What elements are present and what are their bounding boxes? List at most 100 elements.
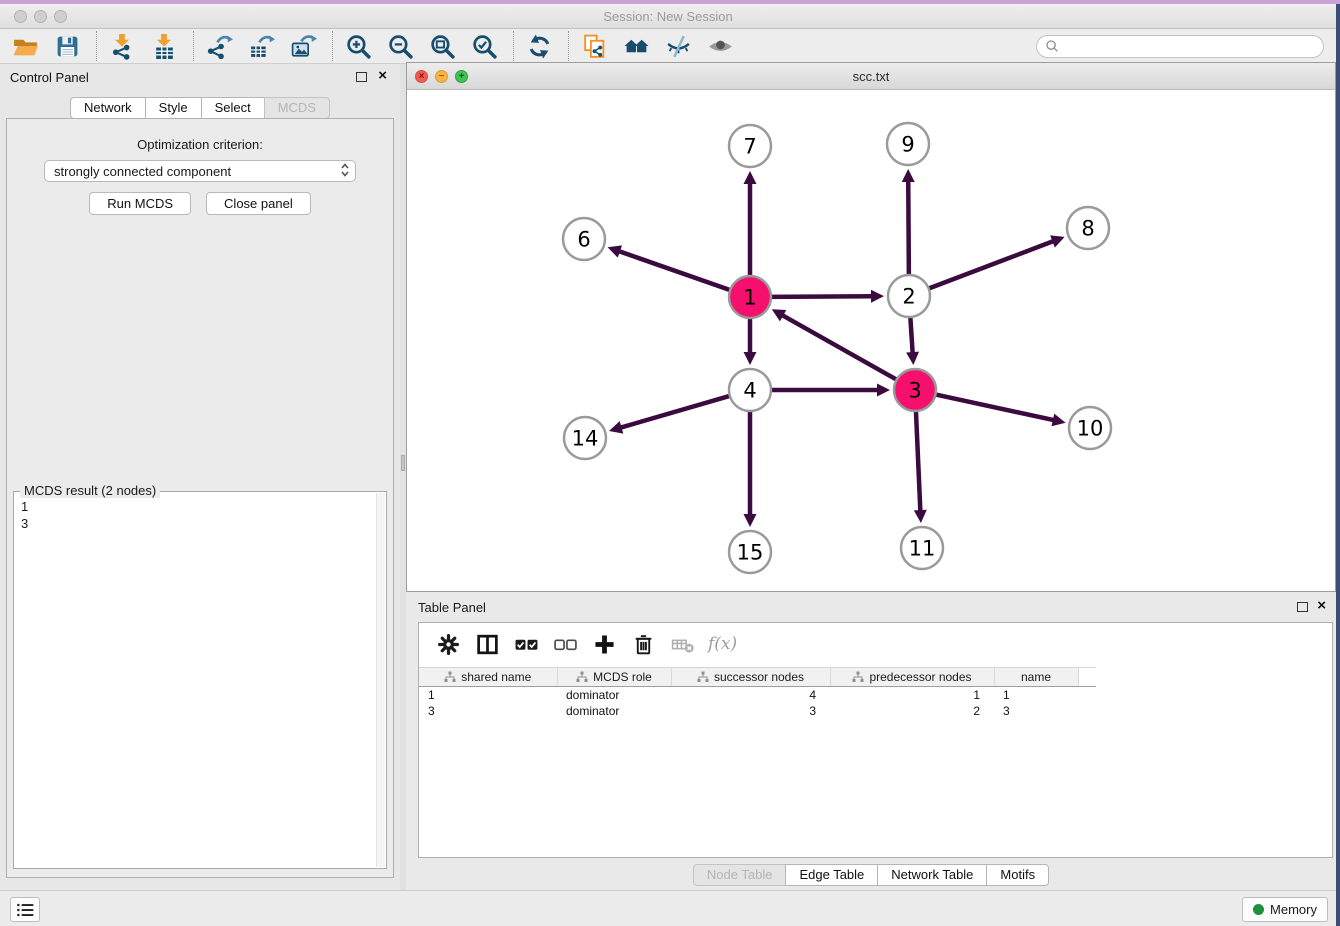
splitter-grip[interactable] [401,455,405,471]
deselect-all-icon[interactable] [552,631,578,657]
import-network-icon[interactable] [107,31,137,61]
task-history-button[interactable] [10,897,40,922]
tab-network-table[interactable]: Network Table [877,864,987,886]
open-session-icon[interactable] [10,31,40,61]
export-image-icon[interactable] [288,31,318,61]
graph-edge-3-11[interactable] [916,409,921,512]
result-scrollbar[interactable] [376,493,385,867]
tab-node-table[interactable]: Node Table [693,864,787,886]
graph-edge-arrowhead [1051,414,1065,427]
close-panel-button[interactable]: Close panel [206,192,311,215]
control-panel-title: Control Panel [10,70,89,85]
mcds-result-text[interactable]: 1 3 [14,495,374,868]
graph-edge-arrowhead [744,171,757,184]
show-icon[interactable] [705,31,735,61]
zoom-out-icon[interactable] [385,31,415,61]
close-panel-icon[interactable]: × [1317,598,1326,614]
criterion-value: strongly connected component [54,164,231,179]
graph-edge-arrowhead [877,384,890,397]
tab-mcds[interactable]: MCDS [264,97,330,119]
hide-icon[interactable] [663,31,693,61]
toolbar-separator [568,31,569,61]
save-session-icon[interactable] [52,31,82,61]
tab-network[interactable]: Network [70,97,146,119]
search-icon [1044,38,1060,54]
graph-edge-2-9[interactable] [908,180,909,277]
export-table-icon[interactable] [246,31,276,61]
app-title: Session: New Session [0,9,1336,24]
refresh-icon[interactable] [524,31,554,61]
graph-node-label-11: 11 [909,537,936,561]
settings-gear-icon[interactable] [435,631,461,657]
import-table-icon[interactable] [149,31,179,61]
column-header-predecessor-nodes[interactable]: predecessor nodes [830,668,994,687]
graph-node-label-3: 3 [908,379,921,403]
column-header-MCDS-role[interactable]: MCDS role [557,668,671,687]
column-type-icon [576,671,588,683]
toolbar-separator [513,31,514,61]
table-row[interactable]: 1dominator411 [419,687,1096,703]
search-input[interactable] [1060,37,1323,55]
graph-edge-arrowhead [871,290,884,303]
column-header-successor-nodes[interactable]: successor nodes [671,668,830,687]
graph-edge-2-3[interactable] [910,315,912,354]
tab-select[interactable]: Select [201,97,265,119]
table-panel-tabs: Node TableEdge TableNetwork TableMotifs [406,864,1336,886]
network-copy-icon[interactable] [579,31,609,61]
memory-button[interactable]: Memory [1242,897,1328,922]
toolbar-separator [332,31,333,61]
network-canvas[interactable]: 7968124314101511 [407,90,1335,591]
table-panel: Table Panel × f(x) [406,592,1336,890]
columns-icon[interactable] [474,631,500,657]
mcds-result-group: MCDS result (2 nodes) 1 3 [13,491,387,869]
graph-node-label-10: 10 [1077,417,1104,441]
graph-edge-3-1[interactable] [781,315,898,381]
delete-column-icon[interactable] [630,631,656,657]
graph-edge-4-14[interactable] [620,395,732,428]
graph-node-label-8: 8 [1081,217,1094,241]
column-type-icon [852,671,864,683]
select-all-icon[interactable] [513,631,539,657]
run-mcds-button[interactable]: Run MCDS [89,192,191,215]
column-header-shared-name[interactable]: shared name [419,668,557,687]
zoom-fit-icon[interactable] [427,31,457,61]
export-network-icon[interactable] [204,31,234,61]
control-panel-tabs: NetworkStyleSelectMCDS [0,97,400,119]
column-type-icon [697,671,709,683]
float-panel-icon[interactable] [1297,602,1308,612]
home-icon[interactable] [621,31,651,61]
table-row[interactable]: 3dominator323 [419,703,1096,719]
graph-node-label-2: 2 [902,285,915,309]
graph-node-label-7: 7 [743,135,756,159]
tab-edge-table[interactable]: Edge Table [785,864,878,886]
graph-node-label-4: 4 [743,379,756,403]
close-panel-icon[interactable]: × [378,68,387,84]
graph-edge-1-2[interactable] [769,296,873,297]
graph-node-label-15: 15 [737,541,764,565]
memory-status-icon [1253,904,1264,915]
float-panel-icon[interactable] [356,72,367,82]
zoom-selected-icon[interactable] [469,31,499,61]
graph-node-label-14: 14 [572,427,599,451]
graph-edge-3-10[interactable] [934,394,1055,420]
function-builder-icon: f(x) [708,634,737,654]
desktop-background-right [1336,4,1340,926]
main-toolbar [0,29,1336,64]
graph-edge-1-6[interactable] [618,251,732,291]
add-column-icon[interactable] [591,631,617,657]
graph-edge-arrowhead [608,245,622,257]
criterion-dropdown[interactable]: strongly connected component [44,160,356,182]
graph-edge-arrowhead [609,421,623,433]
tab-motifs[interactable]: Motifs [986,864,1049,886]
graph-edge-arrowhead [744,514,757,527]
graph-node-label-9: 9 [901,133,914,157]
column-header-name[interactable]: name [994,668,1078,687]
graph-edge-2-8[interactable] [927,241,1055,289]
optimization-criterion-label: Optimization criterion: [7,137,393,152]
node-table: shared nameMCDS rolesuccessor nodesprede… [419,667,1096,719]
network-graph[interactable]: 7968124314101511 [407,90,1335,591]
tab-style[interactable]: Style [145,97,202,119]
search-box[interactable] [1036,35,1324,58]
zoom-in-icon[interactable] [343,31,373,61]
graph-edge-arrowhead [744,352,757,365]
